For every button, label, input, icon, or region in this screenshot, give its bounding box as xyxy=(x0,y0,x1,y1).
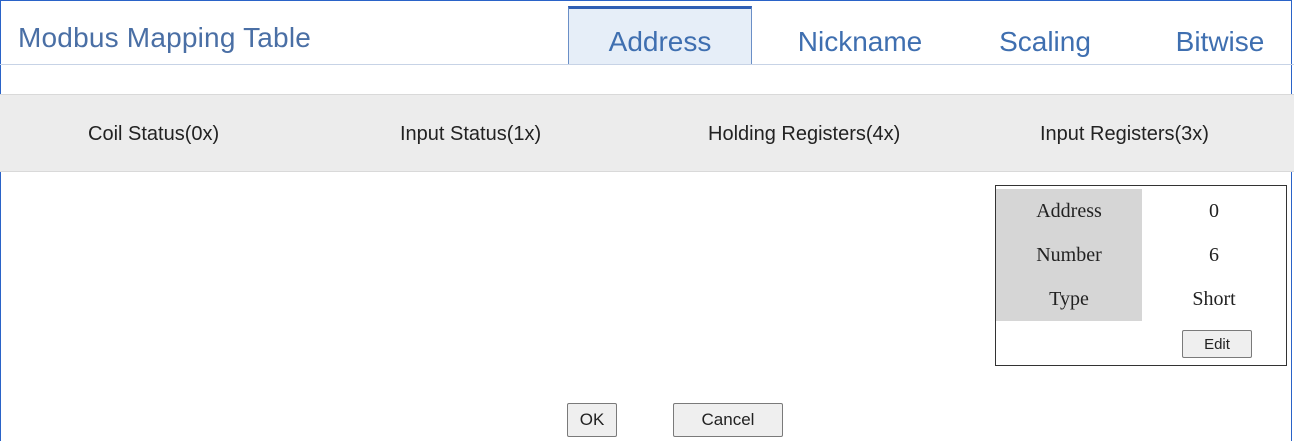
edit-button[interactable]: Edit xyxy=(1182,330,1252,358)
mapping-label: Type xyxy=(996,277,1142,321)
tab-scaling[interactable]: Scaling xyxy=(975,6,1115,64)
tab-address[interactable]: Address xyxy=(568,6,752,64)
tab-label: Address xyxy=(608,26,712,57)
tab-label: Bitwise xyxy=(1175,26,1265,57)
mapping-table: Address 0 Number 6 Type Short Edit xyxy=(995,185,1287,366)
mapping-label: Number xyxy=(996,233,1142,277)
subtab-input-status[interactable]: Input Status(1x) xyxy=(400,123,541,146)
tab-label: Nickname xyxy=(797,26,923,57)
mapping-value: Short xyxy=(1192,287,1236,310)
mapping-row-type: Type Short xyxy=(996,277,1286,321)
page-title: Modbus Mapping Table xyxy=(18,22,312,53)
tab-nickname[interactable]: Nickname xyxy=(770,6,950,64)
cancel-button[interactable]: Cancel xyxy=(673,403,783,437)
tab-label: Scaling xyxy=(999,26,1091,57)
tab-bitwise[interactable]: Bitwise xyxy=(1150,6,1290,64)
mapping-row-address: Address 0 xyxy=(996,189,1286,233)
mapping-value: 6 xyxy=(1209,243,1219,266)
mapping-label: Address xyxy=(996,189,1142,233)
subtab-input-registers[interactable]: Input Registers(3x) xyxy=(1040,123,1209,146)
mapping-value: 0 xyxy=(1209,199,1219,222)
mapping-row-number: Number 6 xyxy=(996,233,1286,277)
subtab-holding-registers[interactable]: Holding Registers(4x) xyxy=(708,123,900,146)
ok-button[interactable]: OK xyxy=(567,403,617,437)
subtab-coil-status[interactable]: Coil Status(0x) xyxy=(88,123,219,146)
tab-divider xyxy=(0,64,1294,65)
register-type-bar: Coil Status(0x) Input Status(1x) Holding… xyxy=(0,94,1294,172)
